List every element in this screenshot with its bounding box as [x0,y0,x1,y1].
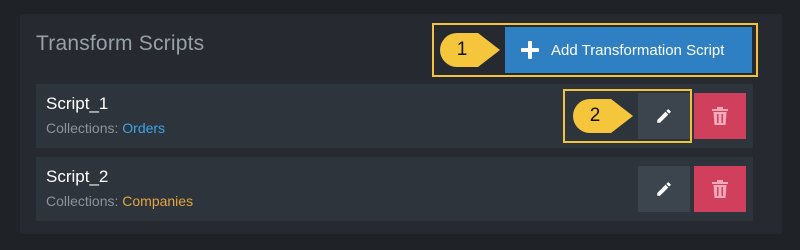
collection-name: Companies [122,193,194,209]
script-collections: Collections: Companies [46,193,193,209]
delete-script-button[interactable] [694,166,746,212]
callout-arrow-icon [478,33,500,67]
callout-number: 2 [573,99,611,133]
pencil-icon [657,182,671,196]
script-row: Script_2 Collections: Companies [36,157,753,221]
add-transformation-script-button[interactable]: Add Transformation Script [505,27,752,73]
edit-script-button[interactable] [638,93,690,139]
script-name[interactable]: Script_2 [46,167,108,187]
plus-icon [521,41,539,59]
pencil-icon [657,109,671,123]
collection-name: Orders [122,120,166,136]
collections-label: Collections: [46,193,119,209]
callout-number: 1 [440,33,478,67]
callout-2: 2 [573,99,633,133]
page-title: Transform Scripts [36,32,205,55]
script-row: Script_1 Collections: Orders [36,84,753,148]
collections-label: Collections: [46,120,119,136]
trash-icon [712,107,728,125]
callout-1: 1 [440,33,500,67]
delete-script-button[interactable] [694,93,746,139]
edit-script-button[interactable] [638,166,690,212]
add-button-label: Add Transformation Script [551,41,725,59]
trash-icon [712,180,728,198]
callout-arrow-icon [611,99,633,133]
script-name[interactable]: Script_1 [46,94,108,114]
script-collections: Collections: Orders [46,120,165,136]
